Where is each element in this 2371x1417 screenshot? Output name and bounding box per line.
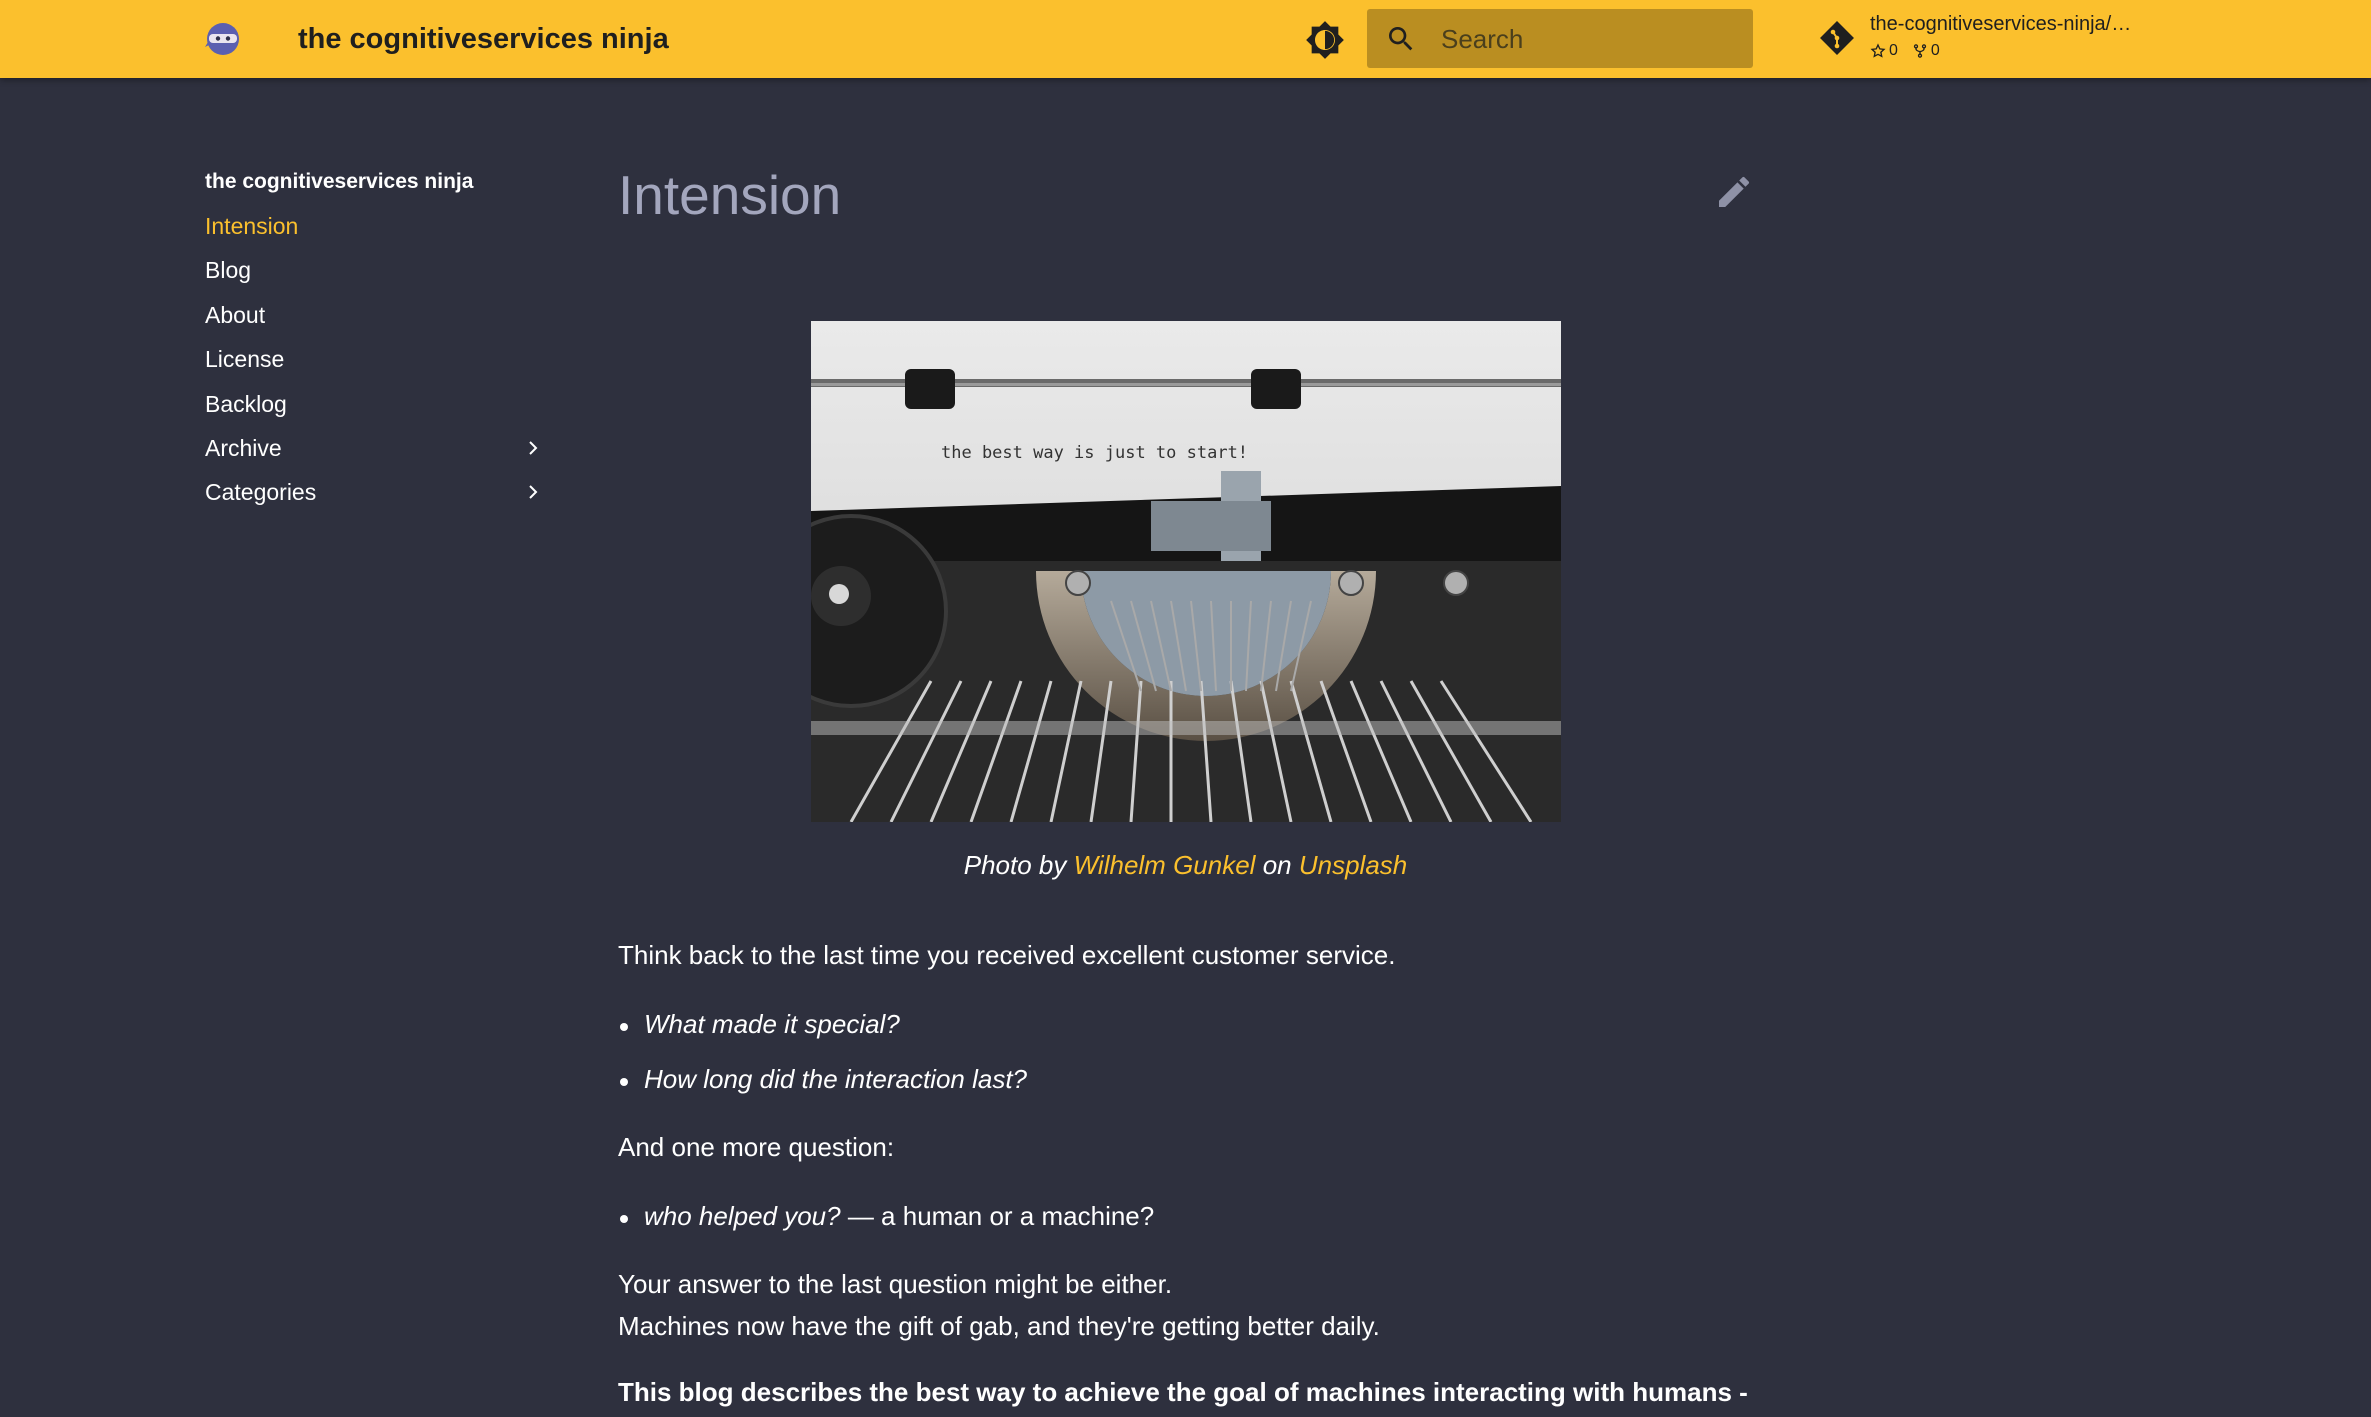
git-icon — [1820, 21, 1854, 55]
search-input[interactable] — [1439, 9, 1743, 70]
stars-fact: 0 — [1870, 42, 1898, 60]
sidebar-item-blog[interactable]: Blog — [205, 248, 545, 292]
main-content: Intension the best way is just to start! — [618, 150, 1754, 1407]
caption-prefix: Photo by — [963, 850, 1067, 880]
star-icon — [1870, 43, 1886, 58]
unsplash-link[interactable]: Unsplash — [1299, 850, 1407, 880]
fork-icon — [1913, 44, 1927, 58]
caption-middle: on — [1262, 850, 1292, 880]
paragraph: Think back to the last time you received… — [618, 940, 1396, 970]
photographer-link[interactable]: Wilhelm Gunkel — [1074, 850, 1256, 880]
repository-facts: 0 0 — [1870, 42, 1940, 60]
list-item: How long did the interaction last? — [619, 1064, 1028, 1094]
list-item-rest: — a human or a machine? — [840, 1201, 1155, 1231]
sidebar-title[interactable]: the cognitiveservices ninja — [205, 160, 545, 204]
sidebar-item-label: Archive — [205, 434, 282, 461]
sidebar-item-label: Categories — [205, 479, 317, 506]
sidebar-item-categories[interactable]: Categories — [205, 470, 545, 514]
list-item: What made it special? — [620, 1009, 900, 1039]
sidebar-item-label: Backlog — [205, 390, 287, 417]
bold-paragraph: This blog describes the best way to achi… — [618, 1377, 1748, 1407]
sidebar-item-label: License — [205, 346, 285, 373]
ninja-logo-icon[interactable] — [204, 20, 242, 58]
forks-fact: 0 — [1912, 42, 1940, 60]
chevron-right-icon[interactable] — [521, 436, 545, 460]
sidebar-item-label: Blog — [205, 257, 252, 284]
paragraph: Your answer to the last question might b… — [618, 1269, 1173, 1299]
sidebar-item-archive[interactable]: Archive — [205, 426, 545, 470]
paragraph: Machines now have the gift of gab, and t… — [618, 1311, 1380, 1341]
site-title[interactable]: the cognitiveservices ninja — [298, 0, 669, 78]
repository-name: the-cognitiveservices-ninja/… — [1870, 13, 2132, 35]
forks-count: 0 — [1930, 42, 1940, 59]
typed-text: the best way is just to start! — [941, 443, 1248, 463]
stars-count: 0 — [1889, 42, 1898, 59]
edit-pencil-icon[interactable] — [1714, 172, 1754, 212]
page-title: Intension — [618, 164, 842, 226]
search-box[interactable] — [1367, 9, 1753, 70]
sidebar-item-label: Intension — [205, 213, 299, 239]
sidebar-item-label: About — [205, 301, 266, 328]
list-item: who helped you? — a human or a machine? — [619, 1201, 1155, 1232]
chevron-right-icon[interactable] — [521, 480, 545, 504]
brightness-toggle-icon[interactable] — [1305, 20, 1345, 60]
sidebar-item-about[interactable]: About — [205, 293, 545, 337]
sidebar-item-backlog[interactable]: Backlog — [205, 382, 545, 426]
list-item-emphasis: who helped you? — [644, 1201, 841, 1231]
sidebar-item-intension[interactable]: Intension — [205, 204, 545, 248]
typewriter-illustration: the best way is just to start! — [811, 321, 1561, 822]
top-header: the cognitiveservices ninja the-cognitiv… — [0, 0, 2371, 78]
repository-link[interactable]: the-cognitiveservices-ninja/… 0 0 — [1818, 10, 2218, 68]
paragraph: And one more question: — [618, 1132, 895, 1162]
sidebar-item-license[interactable]: License — [205, 337, 545, 381]
sidebar-navigation: the cognitiveservices ninja Intension Bl… — [205, 160, 545, 515]
search-icon — [1389, 27, 1413, 51]
typewriter-photo: the best way is just to start! — [811, 321, 1561, 822]
photo-caption: Photo by Wilhelm Gunkel on Unsplash — [618, 850, 1753, 881]
